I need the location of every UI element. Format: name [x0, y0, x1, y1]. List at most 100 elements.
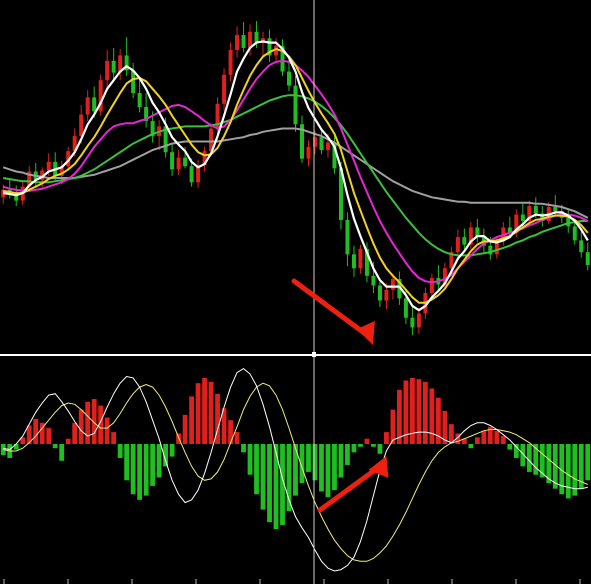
candle-body — [358, 248, 363, 269]
candle-body — [533, 205, 538, 214]
macd-hist-bar — [33, 418, 39, 444]
candle-body — [377, 285, 382, 301]
macd-hist-bar — [364, 438, 370, 444]
candle-body — [410, 317, 415, 328]
macd-hist-bar — [254, 444, 259, 495]
candle-body — [520, 214, 525, 221]
macd-hist-bar — [267, 444, 272, 523]
candle-body — [137, 93, 142, 108]
candle-body — [306, 146, 311, 159]
candle-body — [287, 71, 292, 86]
candle-body — [183, 157, 188, 167]
macd-hist-bar — [358, 444, 363, 447]
macd-hist-bar — [59, 444, 65, 461]
macd-hist-bar — [260, 444, 266, 510]
macd-hist-bar — [526, 444, 532, 472]
macd-hist-bar — [195, 383, 201, 444]
macd-hist-bar — [65, 438, 71, 444]
candle-body — [475, 227, 480, 237]
macd-hist-bar — [332, 444, 337, 491]
macd-hist-bar — [468, 444, 474, 449]
macd-hist-bar — [156, 444, 162, 478]
macd-hist-bar — [351, 444, 357, 453]
candle-body — [79, 114, 84, 137]
macd-hist-bar — [78, 409, 84, 444]
macd-hist-bar — [371, 444, 376, 447]
candle-body — [105, 60, 110, 81]
candle-body — [403, 298, 408, 318]
candle-body — [228, 50, 233, 75]
candle-body — [170, 152, 175, 170]
candle-body — [189, 166, 194, 183]
macd-hist-bar — [312, 444, 318, 481]
candle-body — [429, 277, 434, 294]
macd-hist-bar — [429, 388, 435, 444]
macd-hist-bar — [150, 444, 156, 486]
macd-hist-bar — [325, 444, 331, 498]
candle-body — [371, 275, 376, 286]
macd-hist-bar — [565, 444, 571, 499]
macd-hist-bar — [234, 432, 240, 444]
macd-hist-bar — [338, 444, 344, 478]
candle-body — [390, 279, 395, 290]
macd-hist-bar — [319, 444, 324, 492]
macd-hist-bar — [208, 381, 214, 444]
macd-hist-bar — [507, 444, 513, 450]
macd-hist-bar — [241, 444, 246, 453]
candle-body — [92, 97, 97, 112]
candle-body — [455, 237, 460, 253]
macd-hist-bar — [124, 444, 130, 481]
macd-hist-bar — [143, 444, 149, 496]
macd-hist-bar — [228, 420, 233, 444]
candle-body — [462, 237, 467, 245]
macd-hist-bar — [117, 444, 123, 458]
macd-hist-bar — [494, 430, 500, 444]
macd-hist-bar — [306, 444, 311, 472]
candle-body — [579, 240, 584, 253]
chart-canvas — [0, 0, 591, 584]
macd-hist-bar — [52, 444, 58, 449]
macd-hist-bar — [500, 436, 506, 444]
candle-body — [222, 74, 227, 104]
trading-chart — [0, 0, 591, 584]
macd-hist-bar — [377, 444, 383, 454]
candle-body — [325, 142, 330, 151]
macd-hist-bar — [422, 381, 428, 444]
candle-body — [241, 35, 246, 48]
crosshair-marker — [312, 352, 316, 357]
candle-body — [176, 157, 181, 170]
candle-body — [131, 70, 136, 94]
candle-body — [553, 207, 558, 212]
candle-body — [585, 252, 590, 266]
candle-body — [254, 31, 259, 43]
macd-hist-bar — [474, 437, 480, 444]
macd-hist-bar — [273, 444, 279, 530]
candle-body — [345, 219, 350, 255]
candle-body — [46, 161, 51, 171]
candle-body — [319, 137, 324, 151]
macd-hist-bar — [416, 379, 422, 444]
macd-hist-bar — [384, 432, 389, 444]
macd-hist-bar — [72, 422, 78, 444]
candle-body — [85, 97, 90, 115]
candle-body — [572, 226, 577, 241]
macd-hist-bar — [202, 377, 207, 444]
macd-hist-bar — [137, 444, 143, 500]
candle-body — [235, 35, 240, 51]
macd-hist-bar — [130, 444, 136, 495]
macd-hist-bar — [247, 444, 253, 475]
candle-body — [416, 313, 421, 328]
candle-body — [351, 254, 356, 269]
macd-hist-bar — [46, 428, 52, 444]
macd-hist-bar — [397, 389, 402, 444]
macd-hist-bar — [585, 444, 591, 481]
candle-body — [293, 85, 298, 125]
macd-hist-bar — [345, 444, 350, 465]
macd-hist-bar — [189, 396, 194, 444]
macd-hist-bar — [182, 414, 188, 444]
macd-hist-bar — [169, 444, 175, 457]
macd-hist-bar — [85, 401, 91, 444]
candle-body — [384, 289, 389, 301]
candle-body — [111, 60, 116, 73]
macd-hist-bar — [104, 417, 110, 444]
